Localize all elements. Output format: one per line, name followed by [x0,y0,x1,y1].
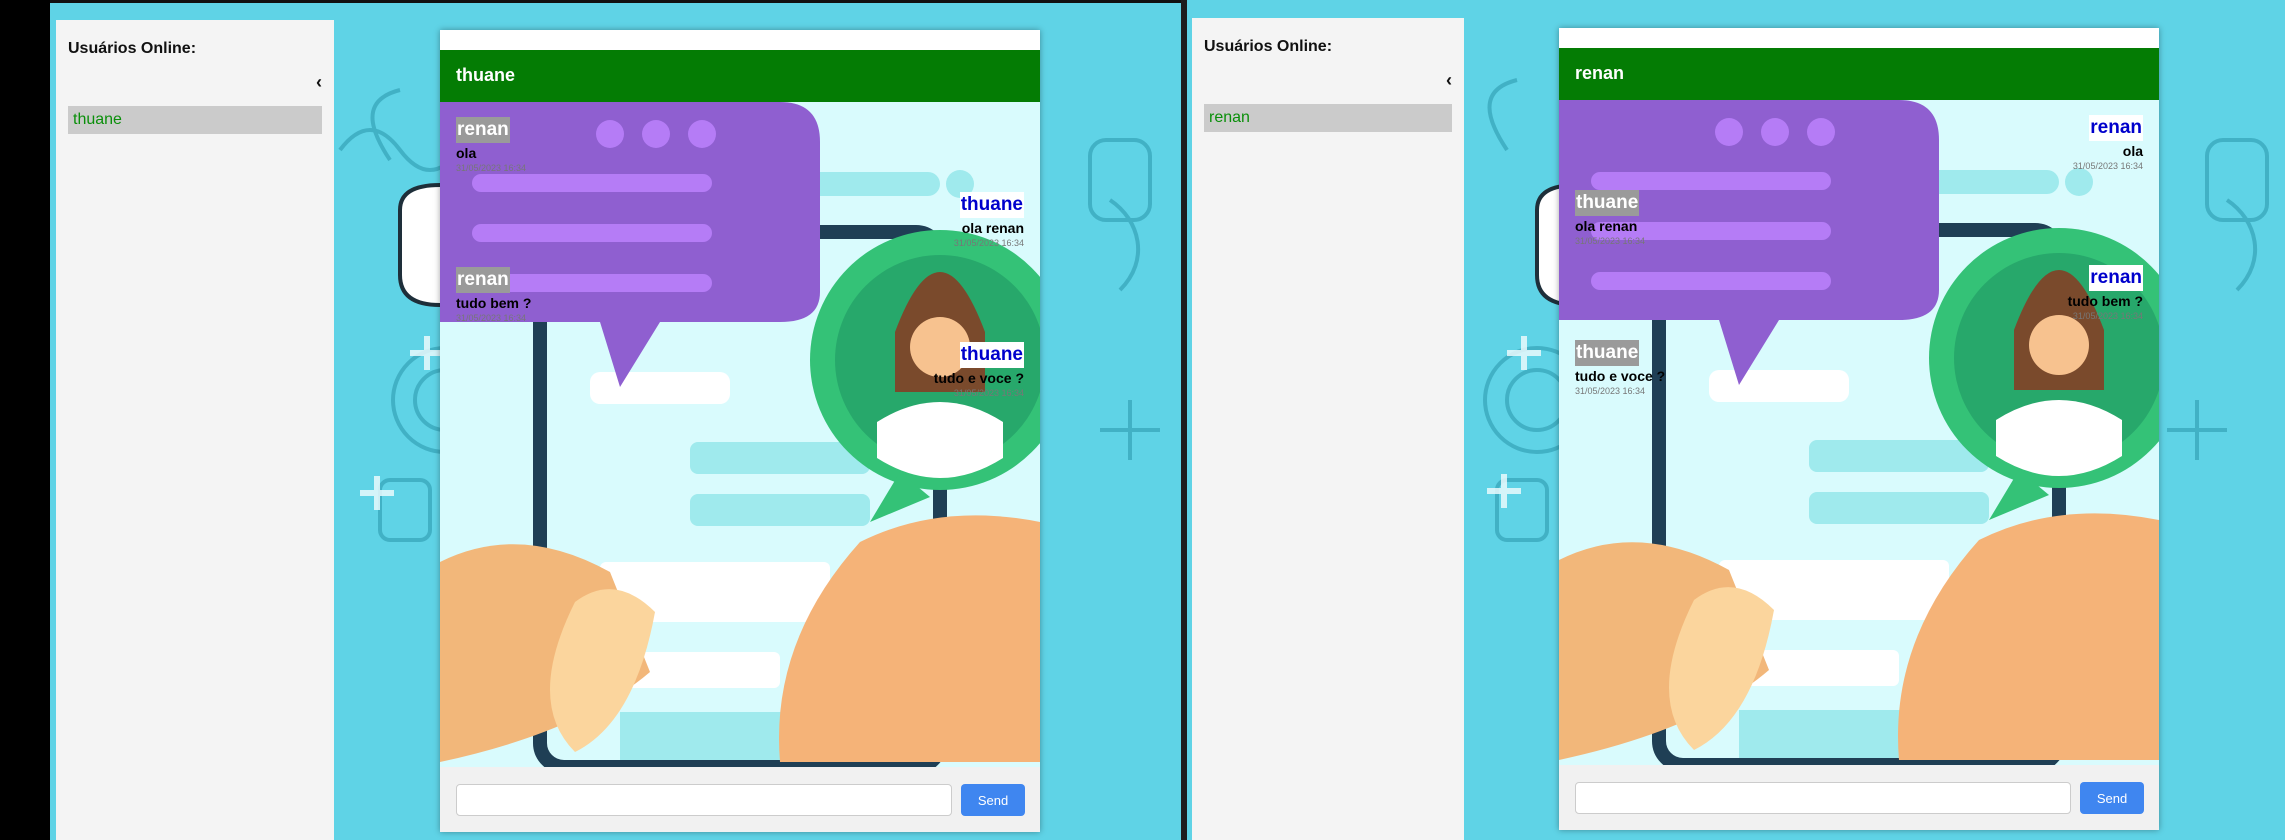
right-browser-window: Usuários Online: ‹ renan renan renan ola… [1187,0,2285,840]
chat-background-illustration [1559,100,2159,765]
message-outgoing: thuane tudo e voce ? 31/05/2023 16:34 [934,342,1024,398]
message-author: thuane [1575,340,1640,366]
chat-input-bar: Send [1559,765,2159,830]
message-text: tudo bem ? [2067,293,2143,309]
chat-header-title: thuane [456,65,516,85]
chat-panel: thuane renan ola 31/05/2023 16:34 thuane… [440,30,1040,832]
message-author: renan [2089,265,2143,291]
message-author: renan [2089,115,2143,141]
message-timestamp: 31/05/2023 16:34 [2072,311,2143,321]
message-author: renan [456,117,510,143]
send-button[interactable]: Send [961,784,1025,816]
message-timestamp: 31/05/2023 16:34 [456,313,527,323]
chat-background-illustration [440,102,1040,767]
message-timestamp: 31/05/2023 16:34 [1575,236,1646,246]
message-timestamp: 31/05/2023 16:34 [456,163,527,173]
left-browser-window: Usuários Online: ‹ thuane thuane renan o… [50,0,1181,840]
message-outgoing: renan tudo bem ? 31/05/2023 16:34 [2068,265,2143,321]
message-author: thuane [959,192,1024,218]
message-incoming: thuane tudo e voce ? 31/05/2023 16:34 [1575,340,1665,396]
chat-header-title: renan [1575,63,1625,83]
message-text: ola renan [961,220,1024,236]
message-text: ola renan [1575,218,1638,234]
message-timestamp: 31/05/2023 16:34 [1575,386,1646,396]
chat-header: thuane [440,50,1040,102]
message-input[interactable] [1575,782,2071,814]
chat-panel: renan renan ola 31/05/2023 16:34 thuane … [1559,28,2159,830]
send-button[interactable]: Send [2080,782,2144,814]
chat-header: renan [1559,48,2159,100]
chat-input-bar: Send [440,767,1040,832]
message-text: ola [456,145,477,161]
message-timestamp: 31/05/2023 16:34 [2072,161,2143,171]
message-timestamp: 31/05/2023 16:34 [953,388,1024,398]
message-author: thuane [1575,190,1640,216]
message-outgoing: renan ola 31/05/2023 16:34 [2073,115,2143,171]
chat-messages-area[interactable]: renan ola 31/05/2023 16:34 thuane ola re… [1559,100,2159,765]
online-users-sidebar: Usuários Online: ‹ thuane [56,20,334,840]
chat-messages-area[interactable]: renan ola 31/05/2023 16:34 thuane ola re… [440,102,1040,767]
online-user-item[interactable]: thuane [68,106,322,134]
chevron-left-icon[interactable]: ‹ [316,72,322,93]
message-text: tudo e voce ? [1575,368,1666,384]
message-text: tudo e voce ? [933,370,1024,386]
message-incoming: renan ola 31/05/2023 16:34 [456,117,526,173]
message-text: ola [2122,143,2143,159]
online-users-title: Usuários Online: [68,40,197,57]
message-incoming: thuane ola renan 31/05/2023 16:34 [1575,190,1645,246]
message-outgoing: thuane ola renan 31/05/2023 16:34 [954,192,1024,248]
message-author: thuane [959,342,1024,368]
chevron-left-icon[interactable]: ‹ [1446,70,1452,91]
message-text: tudo bem ? [456,295,532,311]
message-input[interactable] [456,784,952,816]
online-users-title: Usuários Online: [1204,38,1333,55]
message-timestamp: 31/05/2023 16:34 [953,238,1024,248]
message-author: renan [456,267,510,293]
online-user-item[interactable]: renan [1204,104,1452,132]
message-incoming: renan tudo bem ? 31/05/2023 16:34 [456,267,531,323]
online-users-sidebar: Usuários Online: ‹ renan [1192,18,1464,840]
